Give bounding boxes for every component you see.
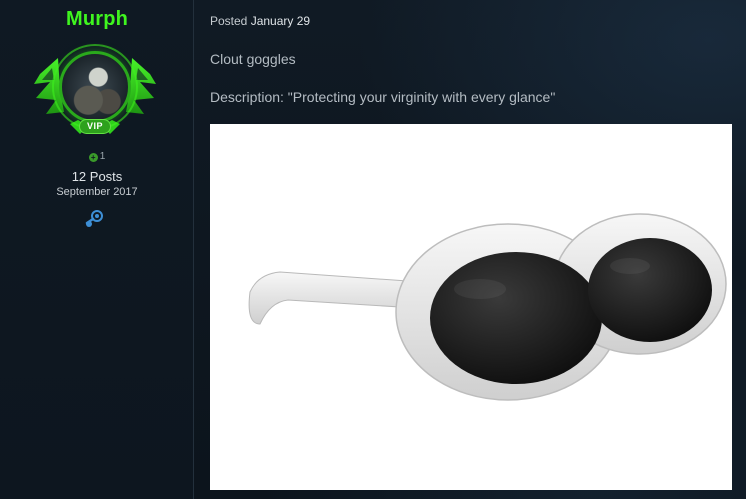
posted-label: Posted [210, 14, 248, 28]
avatar[interactable] [59, 51, 131, 123]
reputation-plus-icon: + [88, 153, 98, 162]
post-body: Posted January 29 Clout goggles Descript… [210, 0, 746, 499]
post-date[interactable]: Posted January 29 [210, 14, 310, 28]
author-pane: Murph VIP +1 12 Posts September 2017 [0, 0, 194, 499]
reputation: +1 [0, 151, 194, 162]
posted-date-value: January 29 [250, 14, 311, 28]
post-image[interactable] [210, 124, 732, 490]
steam-icon[interactable] [84, 209, 104, 229]
username-link[interactable]: Murph [0, 8, 194, 31]
vip-badge: VIP [79, 119, 111, 134]
post-text-line-1: Clout goggles [210, 51, 296, 67]
joined-date: September 2017 [56, 186, 138, 198]
post-count: 12 Posts [71, 169, 123, 184]
avatar-frame[interactable]: VIP [30, 40, 160, 140]
reputation-count: 1 [99, 151, 106, 162]
sunglasses-image [248, 213, 727, 401]
post-text-line-2: Description: "Protecting your virginity … [210, 89, 556, 105]
